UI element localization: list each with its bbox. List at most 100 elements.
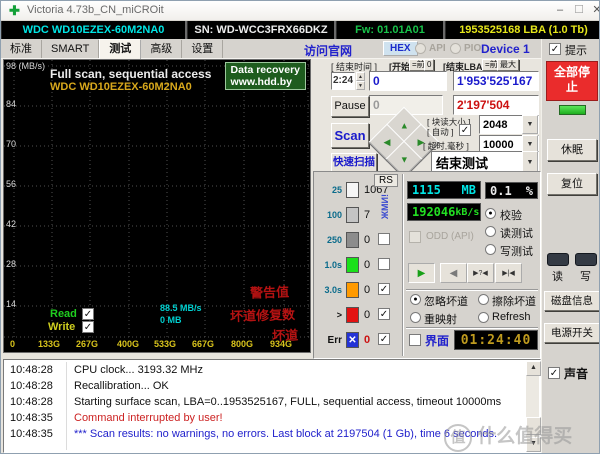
separator (406, 327, 538, 329)
rs-checkbox-err[interactable]: ✓ (378, 333, 390, 345)
stop-all-button[interactable]: 全部停止 (546, 61, 598, 101)
pause-button[interactable]: Pause (331, 96, 369, 117)
end-action-dropdown[interactable]: 结束测试 ▼ (431, 151, 539, 173)
auto-checkbox[interactable]: ✓ (459, 124, 471, 136)
rs-checkbox-green[interactable] (378, 258, 390, 270)
hex-button[interactable]: HEX (383, 41, 418, 56)
reset-button[interactable]: 复位 (547, 173, 597, 195)
verify-radio[interactable]: ● (485, 208, 496, 219)
block-color-red (346, 307, 359, 323)
api-radio[interactable] (415, 43, 426, 54)
rs-checkbox-red[interactable]: ✓ (378, 308, 390, 320)
tab-settings[interactable]: 设置 (182, 40, 223, 58)
minimize-button[interactable]: – (552, 3, 568, 18)
block-color-err: ✕ (346, 332, 359, 348)
block-count-250: 0 (364, 234, 370, 246)
end-time-spinner[interactable]: ▲ ▼ (356, 72, 365, 90)
read-legend-label: Read (50, 308, 77, 320)
rs-column-header: RS (374, 174, 398, 187)
chevron-down-icon[interactable]: ▼ (522, 151, 538, 173)
scan-control-panel: [ 结束时间 ] [开始LBA] =前 0 [结束LBA] =前 最大 2:24… (331, 59, 541, 176)
refresh-radio[interactable] (478, 312, 489, 323)
remap-radio[interactable] (410, 312, 421, 323)
scroll-up-icon[interactable]: ▲ (526, 361, 541, 376)
write-activity-led (575, 253, 597, 266)
scan-button[interactable]: Scan (331, 123, 369, 148)
play-icon: ▶ (418, 268, 426, 279)
device-selector[interactable]: Device 1 (481, 42, 530, 56)
read-activity-led (547, 253, 569, 266)
website-link[interactable]: 访问官网 (304, 42, 352, 59)
tab-standard[interactable]: 标准 (1, 40, 42, 58)
read-speed-value: 88.5 MB/s (160, 303, 202, 313)
block-count-100: 7 (364, 209, 370, 221)
erase-bad-radio[interactable] (478, 294, 489, 305)
gui-checkbox[interactable] (409, 334, 421, 346)
block-time-label: 100 (316, 210, 342, 220)
x-axis-label: 133G (38, 339, 60, 349)
chevron-down-icon[interactable]: ▼ (522, 115, 538, 134)
log-time: 10:48:35 (10, 428, 53, 440)
app-icon: ✚ (9, 3, 20, 19)
drive-serial: SN: WD-WCC3FRX66DKZ (187, 21, 336, 39)
rs-checkbox-250[interactable] (378, 233, 390, 245)
rs-checkbox-orange[interactable]: ✓ (378, 283, 390, 295)
spinner-down-icon[interactable]: ▼ (356, 81, 365, 90)
elapsed-time-display: 01:24:40 (454, 330, 538, 350)
end-max-button[interactable]: 最大 (497, 59, 519, 71)
write-led-label: 写 (580, 268, 591, 284)
api-radio-label: API (429, 43, 446, 54)
start-lba-input[interactable]: 0 (369, 71, 447, 91)
y-axis-label: 56 (6, 179, 16, 189)
write-test-radio[interactable] (485, 244, 496, 255)
power-switch-button[interactable]: 电源开关 (544, 323, 600, 343)
pio-radio[interactable] (450, 43, 461, 54)
hint-checkbox[interactable]: ✓ (549, 43, 561, 55)
tab-test[interactable]: 测试 (99, 39, 141, 61)
tab-smart[interactable]: SMART (42, 40, 99, 58)
log-time: 10:48:28 (10, 396, 53, 408)
close-button[interactable]: ✕ (589, 3, 600, 18)
x-axis-label: 667G (192, 339, 214, 349)
seek-end-button[interactable]: ▶|◀ (495, 263, 522, 283)
rs-column-note: ЖМИ! (380, 194, 390, 219)
erase-bad-label: 擦除坏道 (492, 293, 536, 309)
title-bar[interactable]: ✚ Victoria 4.73b_CN_miCROit – ☐ ✕ (1, 1, 600, 21)
read-test-radio[interactable] (485, 226, 496, 237)
block-count-red: 0 (364, 309, 370, 321)
sleep-button[interactable]: 休眠 (547, 139, 597, 161)
write-legend-checkbox[interactable]: ✓ (82, 321, 94, 333)
play-backward-button[interactable]: ◀ (440, 263, 467, 283)
odd-api-checkbox (409, 231, 421, 243)
block-time-label: 25 (316, 185, 342, 195)
scan-mode-title: Full scan, sequential access (50, 67, 211, 81)
block-size-dropdown[interactable]: 2048 ▼ (479, 115, 539, 134)
maximize-button[interactable]: ☐ (571, 3, 587, 18)
pio-radio-label: PIO (464, 43, 481, 54)
x-axis-label: 400G (117, 339, 139, 349)
sound-checkbox[interactable]: ✓ (548, 367, 560, 379)
odd-api-label: ODD (API) (426, 231, 474, 242)
y-axis-label: 42 (6, 219, 16, 229)
block-count-err: 0 (364, 334, 370, 346)
read-legend-checkbox[interactable]: ✓ (82, 308, 94, 320)
tab-advanced[interactable]: 高级 (141, 40, 182, 58)
seek-question-icon: ▶?◀ (473, 269, 488, 277)
percent-display: 0.1% (485, 182, 538, 199)
back-icon: ◀ (450, 268, 458, 279)
seek-question-button[interactable]: ▶?◀ (467, 263, 494, 283)
disk-info-button[interactable]: 磁盘信息 (544, 291, 600, 311)
drive-firmware: Fw: 01.01A01 (336, 21, 445, 39)
separator (406, 289, 538, 291)
ignore-bad-radio[interactable]: ● (410, 294, 421, 305)
end-lba-input[interactable]: 1'953'525'167 (453, 71, 539, 91)
end-time-value[interactable]: 2:24 (331, 72, 355, 90)
spinner-up-icon[interactable]: ▲ (356, 72, 365, 81)
annotation-warning-value: 警告值 (250, 281, 290, 301)
drive-capacity: 1953525168 LBA (1.0 Tb) (445, 21, 600, 39)
write-test-radio-label: 写测试 (500, 243, 533, 259)
block-color-green (346, 257, 359, 273)
start-zero-button[interactable]: 0 (424, 59, 434, 71)
quick-scan-button[interactable]: 快速扫描 (331, 153, 377, 172)
play-forward-button[interactable]: ▶ (408, 263, 435, 283)
